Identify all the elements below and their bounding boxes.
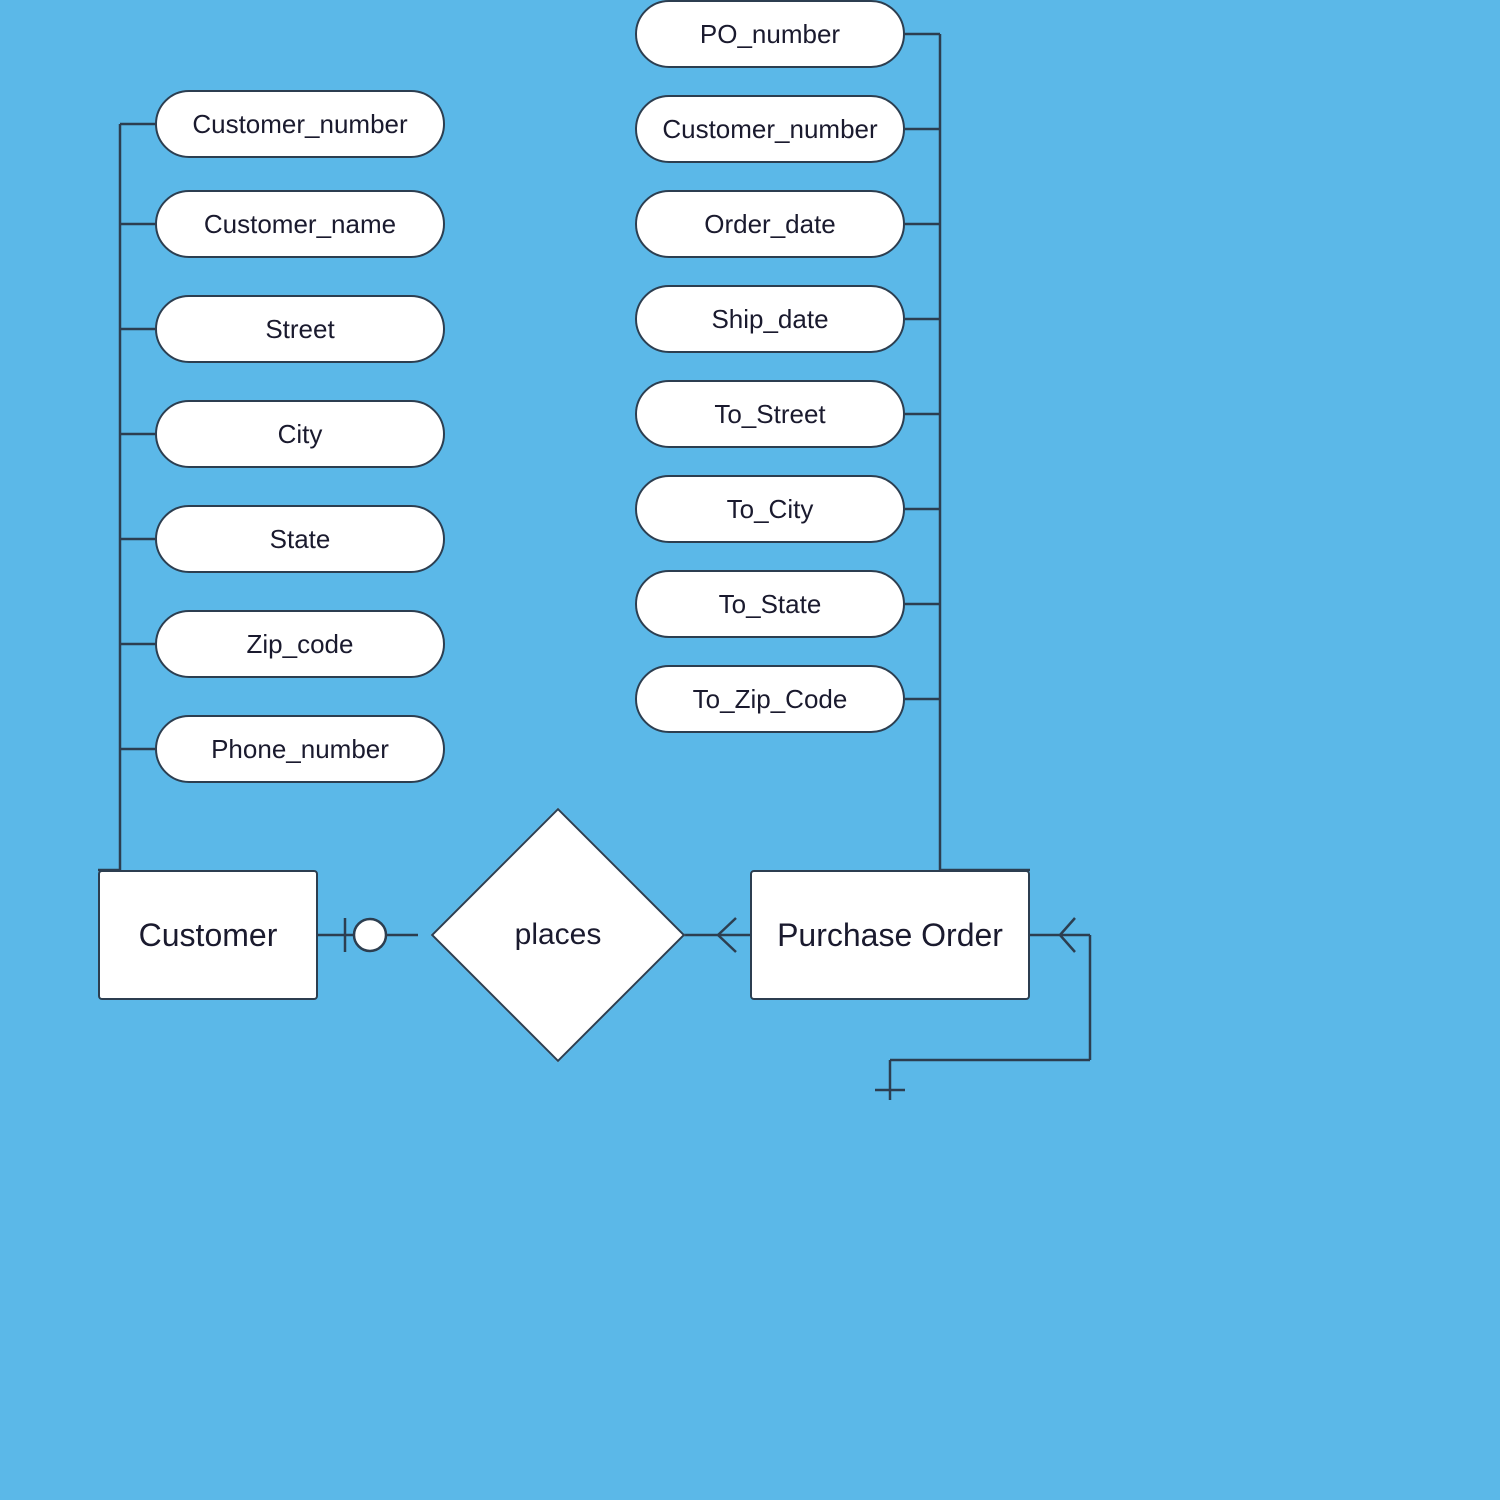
attr-order-date: Order_date (635, 190, 905, 258)
attr-to-zip-code: To_Zip_Code (635, 665, 905, 733)
attr-po-number: PO_number (635, 0, 905, 68)
attr-customer-number-left: Customer_number (155, 90, 445, 158)
attr-ship-date: Ship_date (635, 285, 905, 353)
attr-to-city: To_City (635, 475, 905, 543)
er-diagram: Customer_number Customer_name Street Cit… (0, 0, 1500, 1500)
attr-to-street: To_Street (635, 380, 905, 448)
customer-entity: Customer (98, 870, 318, 1000)
places-relationship-label: places (468, 845, 648, 1025)
attr-state: State (155, 505, 445, 573)
attr-zip-code: Zip_code (155, 610, 445, 678)
attr-street: Street (155, 295, 445, 363)
attr-phone-number: Phone_number (155, 715, 445, 783)
attr-customer-number-right: Customer_number (635, 95, 905, 163)
attr-to-state: To_State (635, 570, 905, 638)
attr-city: City (155, 400, 445, 468)
purchase-order-entity: Purchase Order (750, 870, 1030, 1000)
attr-customer-name: Customer_name (155, 190, 445, 258)
